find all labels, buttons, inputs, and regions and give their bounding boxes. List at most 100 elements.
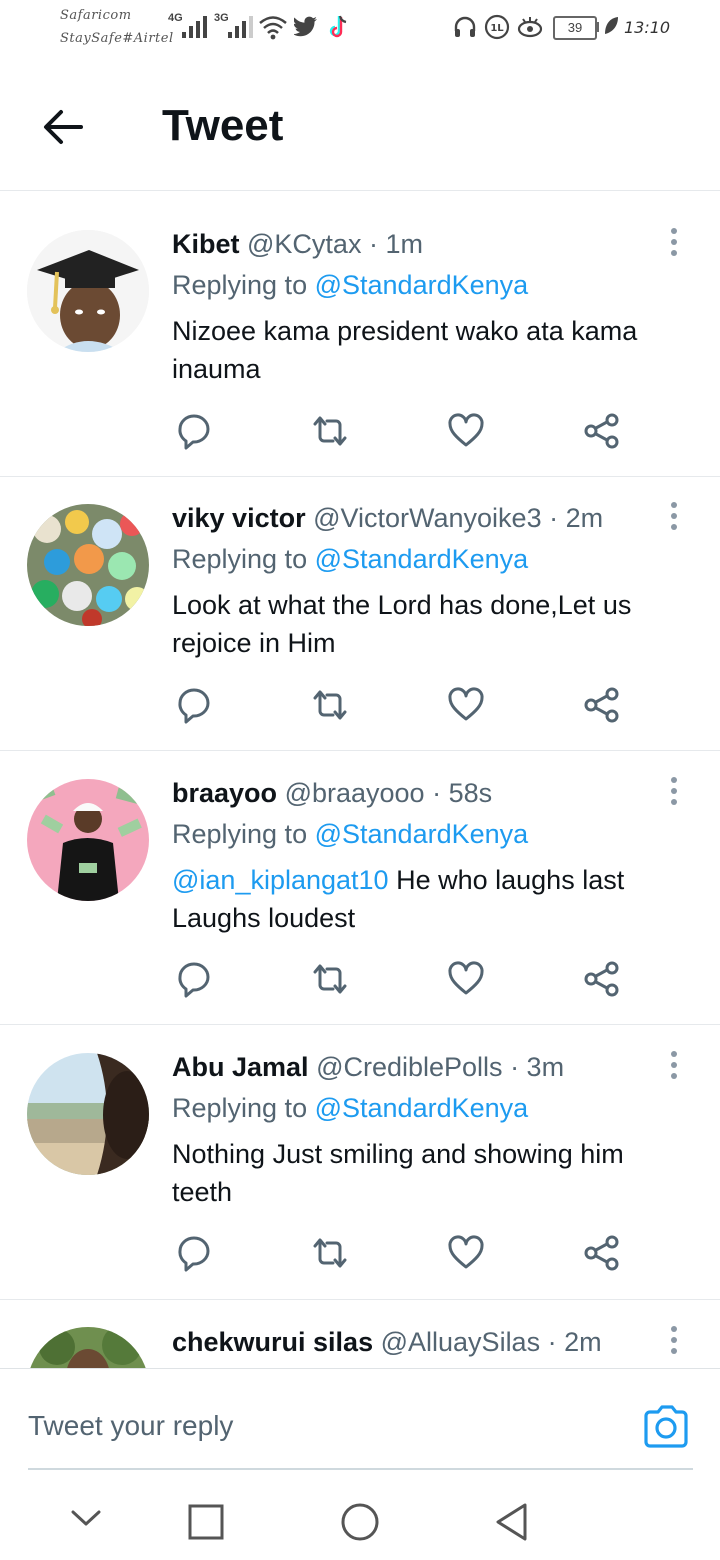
avatar[interactable] <box>27 230 149 352</box>
more-options-icon[interactable] <box>666 774 682 808</box>
tweet-time: · 1m <box>368 229 423 259</box>
tweet-text: Nizoee kama president wako ata kama inau… <box>172 316 638 384</box>
retweet-icon[interactable] <box>310 685 350 725</box>
arrow-left-icon[interactable] <box>42 107 84 147</box>
tweet-actions <box>172 685 652 725</box>
reply-icon[interactable] <box>174 959 214 999</box>
clock: 13:10 <box>624 18 671 37</box>
replying-to: Replying to @StandardKenya <box>172 544 528 575</box>
page-title: Tweet <box>162 101 284 150</box>
author-name[interactable]: Kibet <box>172 229 240 259</box>
reply-input[interactable]: Tweet your reply <box>28 1410 233 1442</box>
system-nav-bar <box>0 1474 720 1560</box>
camera-icon[interactable] <box>642 1404 690 1448</box>
tweet-item[interactable]: Abu Jamal @CrediblePolls · 3m Replying t… <box>0 1025 720 1300</box>
tweet-time: · 58s <box>432 778 493 808</box>
avatar-image <box>27 1053 149 1175</box>
tweet-actions <box>172 959 652 999</box>
avatar[interactable] <box>27 1327 149 1368</box>
replying-to-handle[interactable]: @StandardKenya <box>315 544 529 574</box>
tweet-time: · 3m <box>510 1052 565 1082</box>
top-app-bar <box>0 62 720 191</box>
tweet-text: Look at what the Lord has done,Let us re… <box>172 590 632 658</box>
tweet-item[interactable]: viky victor @VictorWanyoike3 · 2m Replyi… <box>0 477 720 751</box>
more-options-icon[interactable] <box>666 225 682 259</box>
signal-strength-icon <box>228 16 253 38</box>
wifi-icon <box>259 16 287 40</box>
status-bar: Safaricom StaySafe#Airtel 4G 3G 1L 39 13… <box>0 0 720 62</box>
reply-icon[interactable] <box>174 411 214 451</box>
carrier-2: StaySafe#Airtel <box>60 31 174 46</box>
avatar-image <box>27 1327 149 1368</box>
battery-level: 39 <box>567 20 583 35</box>
carrier-1: Safaricom <box>60 8 132 23</box>
share-icon[interactable] <box>582 1233 622 1273</box>
author-name[interactable]: chekwurui silas <box>172 1327 373 1357</box>
chevron-down-icon[interactable] <box>70 1507 102 1529</box>
author-handle[interactable]: @KCytax <box>247 229 361 259</box>
reply-input-underline <box>28 1468 693 1470</box>
replying-to: Replying to @StandardKenya <box>172 270 528 301</box>
avatar[interactable] <box>27 504 149 626</box>
author-handle[interactable]: @AlluaySilas <box>381 1327 540 1357</box>
tweet-time: · 2m <box>547 1327 602 1357</box>
more-options-icon[interactable] <box>666 1323 682 1357</box>
recents-square-icon[interactable] <box>188 1504 224 1540</box>
replying-to-handle[interactable]: @StandardKenya <box>315 1093 529 1123</box>
avatar-image <box>27 779 149 901</box>
mention-link[interactable]: @ian_kiplangat10 <box>172 865 389 895</box>
reply-icon[interactable] <box>174 1233 214 1273</box>
retweet-icon[interactable] <box>310 959 350 999</box>
tweet-text: @ian_kiplangat10 He who laughs last Laug… <box>172 861 682 937</box>
replying-to-handle[interactable]: @StandardKenya <box>315 270 529 300</box>
replying-to-label: Replying to <box>172 270 308 300</box>
retweet-icon[interactable] <box>310 1233 350 1273</box>
share-icon[interactable] <box>582 685 622 725</box>
eye-comfort-icon <box>517 17 543 38</box>
author-handle[interactable]: @VictorWanyoike3 <box>313 503 542 533</box>
headphones-icon <box>454 16 476 37</box>
tweet-header: chekwurui silas @AlluaySilas · 2m <box>172 1327 602 1358</box>
share-icon[interactable] <box>582 411 622 451</box>
author-name[interactable]: braayoo <box>172 778 277 808</box>
replying-to-handle[interactable]: @StandardKenya <box>315 819 529 849</box>
tweet-item[interactable]: braayoo @braayooo · 58s Replying to @Sta… <box>0 751 720 1025</box>
reply-icon[interactable] <box>174 685 214 725</box>
twitter-bird-icon <box>294 16 317 37</box>
tweet-item[interactable]: Kibet @KCytax · 1m Replying to @Standard… <box>0 201 720 477</box>
like-icon[interactable] <box>446 959 486 999</box>
tweet-actions <box>172 411 652 451</box>
more-options-icon[interactable] <box>666 1048 682 1082</box>
tiktok-icon <box>329 15 347 38</box>
battery-icon: 39 <box>553 16 597 40</box>
replying-to: Replying to @StandardKenya <box>172 819 528 850</box>
tweet-time: · 2m <box>549 503 604 533</box>
tweet-header: viky victor @VictorWanyoike3 · 2m <box>172 503 603 534</box>
share-icon[interactable] <box>582 959 622 999</box>
like-icon[interactable] <box>446 685 486 725</box>
tweet-item[interactable]: chekwurui silas @AlluaySilas · 2m <box>0 1300 720 1368</box>
replying-to-label: Replying to <box>172 544 308 574</box>
back-triangle-icon[interactable] <box>494 1502 530 1542</box>
like-icon[interactable] <box>446 411 486 451</box>
like-icon[interactable] <box>446 1233 486 1273</box>
tweet-header: Abu Jamal @CrediblePolls · 3m <box>172 1052 564 1083</box>
author-name[interactable]: Abu Jamal <box>172 1052 309 1082</box>
avatar[interactable] <box>27 779 149 901</box>
replying-to-label: Replying to <box>172 819 308 849</box>
battery-tip <box>595 22 599 32</box>
author-handle[interactable]: @braayooo <box>285 778 425 808</box>
home-circle-icon[interactable] <box>340 1502 380 1542</box>
retweet-icon[interactable] <box>310 411 350 451</box>
more-options-icon[interactable] <box>666 499 682 533</box>
author-handle[interactable]: @CrediblePolls <box>316 1052 502 1082</box>
author-name[interactable]: viky victor <box>172 503 306 533</box>
signal-strength-icon <box>182 16 207 38</box>
tweet-text: Nothing Just smiling and showing him tee… <box>172 1139 624 1207</box>
replying-to: Replying to @StandardKenya <box>172 1093 528 1124</box>
avatar-image <box>27 504 149 626</box>
tweet-header: braayoo @braayooo · 58s <box>172 778 492 809</box>
avatar[interactable] <box>27 1053 149 1175</box>
avatar-image <box>27 230 149 352</box>
tweet-actions <box>172 1233 652 1273</box>
